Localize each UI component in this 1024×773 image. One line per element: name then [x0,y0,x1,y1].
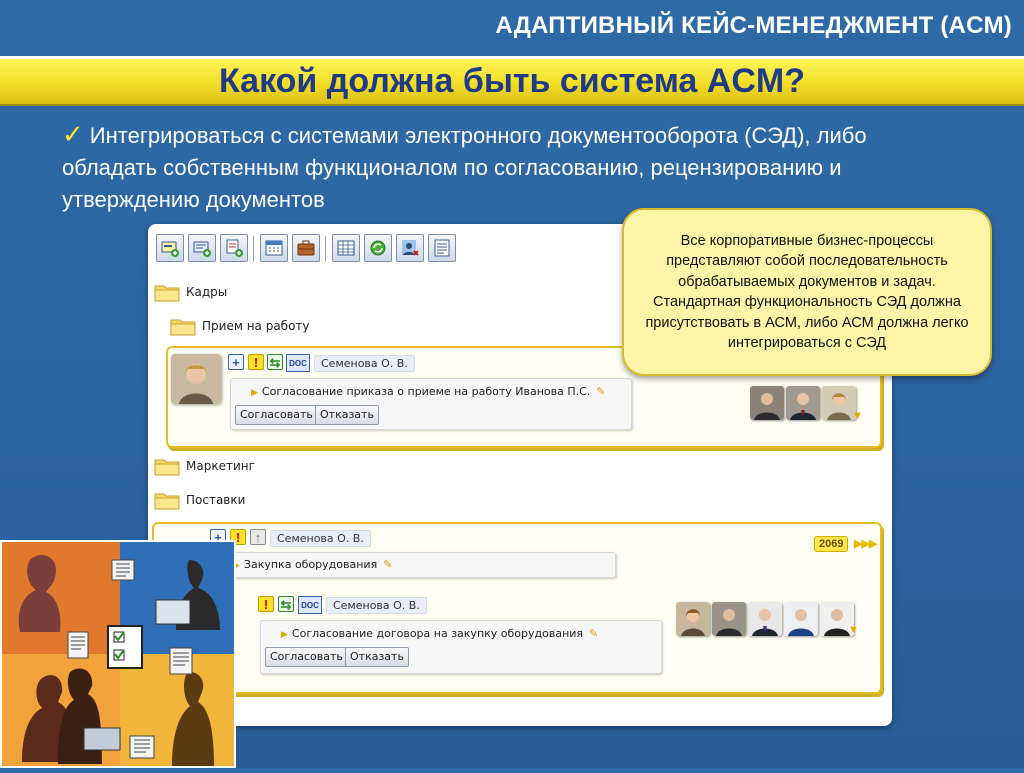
procurement-card: + ! ↑ Семенова О. В. 2069 ▶▶▶ ▶ Закупка о… [152,522,882,694]
avatar [750,386,784,420]
folder-label: Кадры [186,285,228,299]
slide-title: Какой должна быть система ACM? [219,62,805,100]
task-box: ▶ Закупка оборудования ✎ [228,552,616,578]
task-title-row: ▶ Закупка оборудования ✎ [233,558,392,571]
task-title-row: ▶ Согласование приказа о приеме на работу… [251,385,606,398]
bullet-point: ✓ Интегрироваться с системами электронног… [62,118,962,216]
task-title: Согласование приказа о приеме на работу … [261,385,591,398]
list-icon[interactable] [428,234,456,262]
priority-icon[interactable]: ! [248,354,264,370]
folder-icon [154,285,180,302]
folder-kadry[interactable]: Кадры [154,282,227,302]
briefcase-icon[interactable] [292,234,320,262]
assignee-tag: Семенова О. В. [314,355,415,372]
bullet-text: Интегрироваться с системами электронного… [62,123,867,212]
avatar [171,354,221,404]
priority-icon[interactable]: ! [258,596,274,612]
folder-icon [154,493,180,510]
dropdown-arrow-icon[interactable]: ▼ [852,410,863,422]
edit-pencil-icon[interactable]: ✎ [589,627,598,640]
remove-user-icon[interactable] [396,234,424,262]
title-bar: Какой должна быть система ACM? [0,56,1024,106]
folder-icon [154,459,180,476]
doc-icon[interactable]: DOC [286,354,310,372]
assignee-tag: Семенова О. В. [270,530,371,547]
sync-icon[interactable]: ⇆ [267,354,283,370]
avatar [676,602,710,636]
avatar [784,602,818,636]
assignee-tag: Семенова О. В. [326,597,427,614]
avatar [822,386,856,420]
callout-text: Все корпоративные бизнес-процессы предст… [645,232,969,352]
folder-label: Маркетинг [186,459,255,473]
approve-button[interactable]: Согласовать [265,647,348,667]
doc-icon[interactable]: DOC [298,596,322,614]
folder-label: Поставки [186,493,246,507]
add-task-icon[interactable] [156,234,184,262]
folder-postavki[interactable]: Поставки [154,490,245,510]
deck-header: АДАПТИВНЫЙ КЕЙС-МЕНЕДЖМЕНТ (ACM) [495,12,1012,39]
add-icon[interactable]: + [228,354,244,370]
table-icon[interactable] [332,234,360,262]
folder-priem[interactable]: Прием на работу [170,316,310,336]
task-box: ▶ Согласование приказа о приеме на работу… [230,378,632,430]
expand-arrow-icon[interactable]: ▶ [281,630,288,640]
avatar [712,602,746,636]
callout-box: Все корпоративные бизнес-процессы предст… [622,208,992,376]
sync-icon[interactable]: ⇆ [278,596,294,612]
approve-button[interactable]: Согласовать [235,405,318,425]
case-number-badge: 2069 [814,536,849,552]
edit-pencil-icon[interactable]: ✎ [383,558,392,571]
task-title: Согласование договора на закупку оборудо… [291,627,584,640]
refresh-icon[interactable] [364,234,392,262]
folder-label: Прием на работу [202,319,310,333]
calendar-icon[interactable] [260,234,288,262]
reject-button[interactable]: Отказать [345,647,409,667]
expand-arrow-icon[interactable]: ▶ [251,388,258,398]
folder-marketing[interactable]: Маркетинг [154,456,255,476]
avatar [748,602,782,636]
up-arrow-icon[interactable]: ↑ [250,529,266,545]
dropdown-arrow-icon[interactable]: ▼ [848,624,859,636]
add-message-icon[interactable] [188,234,216,262]
task-title-row: ▶ Согласование договора на закупку оборуд… [281,627,598,640]
folder-icon [170,319,196,336]
checkmark-icon: ✓ [62,119,84,149]
edit-pencil-icon[interactable]: ✎ [596,385,605,398]
add-document-icon[interactable] [220,234,248,262]
task-box: ▶ Согласование договора на закупку оборуд… [260,620,662,674]
task-title: Закупка оборудования [243,558,378,571]
avatar [786,386,820,420]
reject-button[interactable]: Отказать [315,405,379,425]
office-collage-illustration [0,540,236,768]
chevrons-icon: ▶▶▶ [854,538,877,550]
